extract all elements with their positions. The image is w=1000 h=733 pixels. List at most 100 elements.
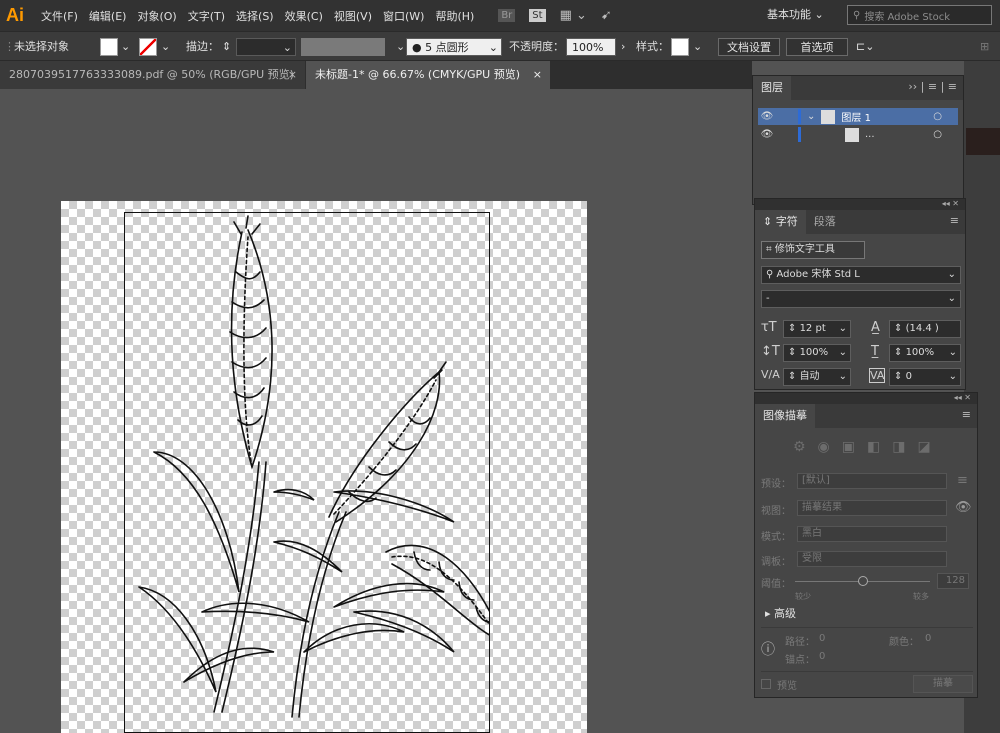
threshold-slider-knob[interactable]: [857, 576, 868, 586]
touch-type-icon: ⌗: [766, 244, 772, 255]
vertical-scale-field[interactable]: ⇕ 100% ⌄: [783, 344, 851, 362]
trace-button[interactable]: 描摹: [913, 675, 973, 693]
tab-pdf-document[interactable]: 2807039517763333089.pdf @ 50% (RGB/GPU 预…: [0, 61, 305, 89]
horizontal-scale-field[interactable]: ⇕ 100% ⌄: [889, 344, 961, 362]
style-dropdown-icon[interactable]: ⌄: [693, 38, 702, 56]
tracking-icon: VA: [869, 368, 886, 383]
touch-type-label: 修饰文字工具: [774, 244, 835, 255]
tracking-field[interactable]: ⇕ 0 ⌄: [889, 368, 961, 386]
view-label: 视图：: [761, 506, 791, 517]
close-icon[interactable]: ×: [533, 61, 542, 89]
stroke-swatch[interactable]: [139, 38, 157, 56]
horizontal-scale-value: 100%: [905, 347, 935, 358]
stroke-weight-field[interactable]: ⌄: [236, 38, 296, 56]
vertical-scale-icon: ↕T: [761, 344, 780, 359]
target-icon[interactable]: ○: [933, 129, 942, 140]
preset-menu-icon[interactable]: ≡: [957, 473, 968, 488]
palette-dropdown[interactable]: 受限: [797, 551, 947, 567]
preset-dropdown[interactable]: [默认]: [797, 473, 947, 489]
workspace-switcher[interactable]: 基本功能 ⌄: [767, 6, 824, 22]
search-icon: ⚲: [853, 9, 861, 21]
stock-icon[interactable]: St: [529, 9, 546, 22]
menu-help[interactable]: 帮助(H): [435, 8, 474, 24]
eye-icon[interactable]: 👁: [758, 129, 776, 140]
graphic-style-swatch[interactable]: [671, 38, 689, 56]
fill-dropdown-icon[interactable]: ⌄: [121, 38, 130, 56]
preferences-button[interactable]: 首选项: [786, 38, 848, 56]
kerning-field[interactable]: ⇕ 自动 ⌄: [783, 368, 851, 386]
threshold-less-label: 较少: [795, 592, 811, 601]
menu-type[interactable]: 文字(T): [188, 8, 225, 24]
touch-type-tool-button[interactable]: ⌗ 修饰文字工具: [761, 241, 865, 259]
layer-row[interactable]: 👁 ... ○: [758, 126, 958, 143]
document-tab-bar: 2807039517763333089.pdf @ 50% (RGB/GPU 预…: [0, 61, 752, 89]
leading-field[interactable]: ⇕ (14.4 ): [889, 320, 961, 338]
colors-value: 0: [925, 633, 932, 644]
font-family-field[interactable]: ⚲ Adobe 宋体 Std L ⌄: [761, 266, 961, 284]
chevron-down-icon: ⌄: [488, 41, 498, 54]
panel-menu-icon[interactable]: ›› | ≡ | ≡: [908, 80, 957, 93]
eye-icon[interactable]: 👁: [758, 111, 776, 122]
leading-value: (14.4 ): [905, 323, 939, 334]
font-style-field[interactable]: - ⌄: [761, 290, 961, 308]
paths-label: 路径：: [785, 637, 815, 648]
preset-label: 预设：: [761, 479, 791, 490]
menu-view[interactable]: 视图(V): [334, 8, 372, 24]
stock-search-input[interactable]: ⚲ 搜索 Adobe Stock: [847, 5, 992, 25]
image-trace-title[interactable]: 图像描摹: [755, 404, 815, 428]
advanced-toggle[interactable]: ▸ 高级: [765, 605, 796, 621]
eye-icon[interactable]: 👁: [955, 500, 972, 515]
chevron-down-icon[interactable]: ⌄: [807, 111, 815, 122]
font-size-value: 12 pt: [799, 323, 826, 334]
layers-panel-title[interactable]: 图层: [753, 76, 791, 100]
tab-untitled-document[interactable]: 未标题-1* @ 66.67% (CMYK/GPU 预览) ×: [306, 61, 550, 89]
layer-name[interactable]: 图层 1: [841, 109, 871, 124]
document-setup-button[interactable]: 文档设置: [718, 38, 780, 56]
variable-width-profile[interactable]: [301, 38, 385, 56]
preview-checkbox[interactable]: [761, 679, 771, 689]
menu-file[interactable]: 文件(F): [41, 8, 78, 24]
opacity-field[interactable]: 100%: [566, 38, 616, 56]
chevron-down-icon: ⌄: [947, 293, 956, 304]
tab-label: 未标题-1* @ 66.67% (CMYK/GPU 预览): [315, 68, 520, 81]
menu-object[interactable]: 对象(O): [137, 8, 176, 24]
target-icon[interactable]: ○: [933, 111, 942, 122]
menu-effect[interactable]: 效果(C): [285, 8, 323, 24]
panel-menu-icon[interactable]: ≡: [962, 408, 971, 421]
arrange-icon[interactable]: ⊏⌄: [856, 38, 874, 56]
search-placeholder: 搜索 Adobe Stock: [864, 11, 950, 23]
tab-character[interactable]: ⇕ 字符: [755, 210, 806, 234]
divider: [761, 671, 973, 672]
stroke-stepper-icon[interactable]: ⇕: [222, 38, 231, 56]
close-icon[interactable]: ×: [288, 61, 297, 89]
font-size-field[interactable]: ⇕ 12 pt ⌄: [783, 320, 851, 338]
search-icon: ⚲: [766, 269, 774, 280]
collapse-close-icon[interactable]: ◂◂ ✕: [755, 199, 965, 210]
layer-row[interactable]: 👁 ⌄ 图层 1 ○: [758, 108, 958, 125]
layer-name[interactable]: ...: [865, 129, 875, 140]
layer-thumbnail: [821, 109, 836, 124]
fill-swatch[interactable]: [100, 38, 118, 56]
mode-dropdown[interactable]: 黑白: [797, 526, 947, 542]
brush-definition-dropdown[interactable]: ● 5 点圆形 ⌄: [406, 38, 502, 56]
tab-paragraph[interactable]: 段落: [805, 210, 844, 234]
panel-menu-icon[interactable]: ≡: [950, 214, 959, 227]
anchors-label: 锚点：: [785, 655, 815, 666]
arrange-documents-icon[interactable]: ▦ ⌄: [560, 8, 587, 23]
profile-dropdown-icon[interactable]: ⌄: [391, 38, 405, 56]
menu-select[interactable]: 选择(S): [236, 8, 274, 24]
chevron-down-icon: ⌄: [948, 371, 957, 382]
panel-menu-icon[interactable]: ⊞: [980, 38, 989, 56]
gpu-performance-icon[interactable]: ➹: [601, 8, 612, 23]
view-dropdown[interactable]: 描摹结果: [797, 500, 947, 516]
menu-window[interactable]: 窗口(W): [383, 8, 424, 24]
menu-edit[interactable]: 编辑(E): [89, 8, 127, 24]
trace-preset-icons[interactable]: ⚙◉▣◧◨◪: [793, 439, 943, 455]
stroke-dropdown-icon[interactable]: ⌄: [161, 38, 170, 56]
mode-label: 模式：: [761, 532, 791, 543]
bridge-icon[interactable]: Br: [498, 9, 516, 22]
chevron-down-icon: ⌄: [838, 371, 847, 382]
collapse-close-icon[interactable]: ◂◂ ✕: [755, 393, 977, 404]
opacity-arrow-icon[interactable]: ›: [621, 38, 625, 56]
threshold-field[interactable]: 128: [937, 573, 969, 589]
